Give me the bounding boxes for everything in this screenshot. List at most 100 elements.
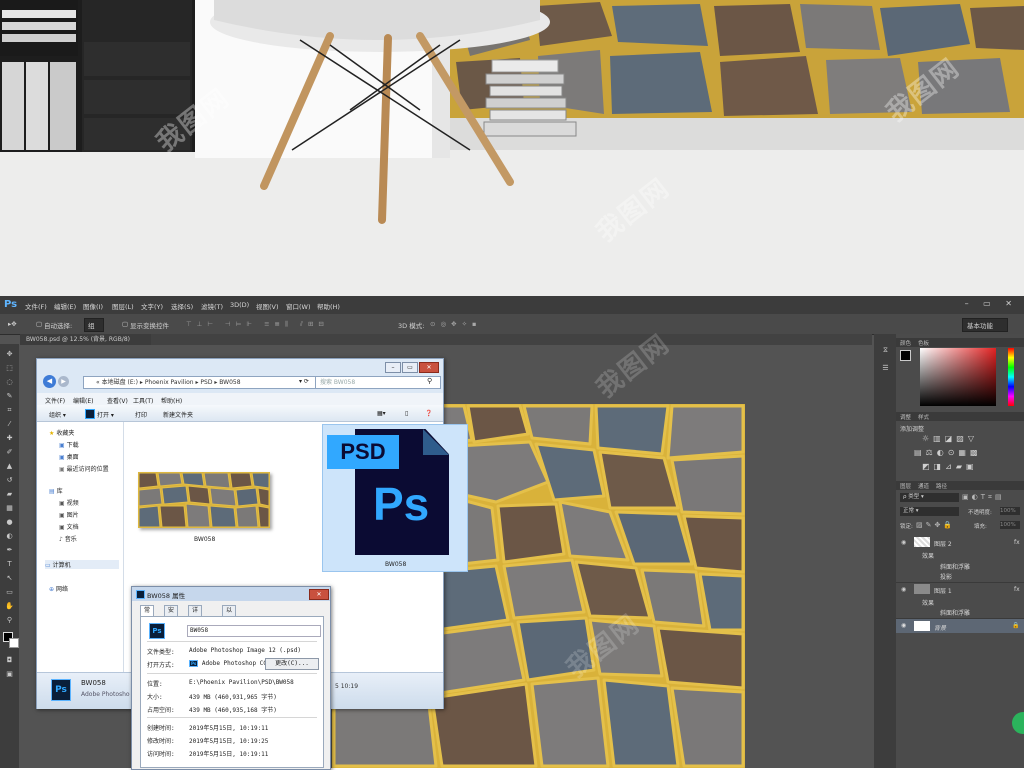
- organize-button[interactable]: 组织 ▾: [49, 410, 66, 419]
- maximize-button[interactable]: ▭: [402, 362, 418, 373]
- search-icon[interactable]: ⚲: [427, 377, 432, 385]
- menu-view[interactable]: 查看(V): [107, 396, 128, 405]
- fx-icon[interactable]: fx: [1014, 539, 1020, 546]
- nav-item-desktop[interactable]: ▣ 桌面: [59, 452, 79, 461]
- stamp-tool-icon[interactable]: ▲: [5, 462, 14, 470]
- shape-tool-icon[interactable]: ▭: [5, 588, 14, 596]
- breadcrumb-folder[interactable]: Phoenix Pavilion: [145, 379, 194, 386]
- menu-type[interactable]: 文字(Y): [141, 301, 163, 311]
- adjustment-icons-row-1[interactable]: ☼▥◪▨▽: [922, 434, 978, 443]
- align-icons[interactable]: ⊤⊥⊢ ⊣⊨⊩ ≡≣⫼ ⫽⊞⊟: [186, 320, 329, 329]
- blur-tool-icon[interactable]: ●: [5, 518, 14, 526]
- nav-item-videos[interactable]: ▣ 视频: [59, 498, 79, 507]
- forward-button[interactable]: ▶: [58, 376, 69, 387]
- pen-tool-icon[interactable]: ✒: [5, 546, 14, 554]
- background-color-swatch[interactable]: [9, 638, 19, 648]
- path-select-tool-icon[interactable]: ↖: [5, 574, 14, 582]
- layer-filter-icons[interactable]: ▣◐T⌗▤: [962, 493, 1005, 502]
- quickmask-icon[interactable]: ◘: [5, 656, 14, 664]
- menu-layer[interactable]: 图层(L): [112, 301, 134, 311]
- lasso-tool-icon[interactable]: ◌: [5, 378, 14, 386]
- auto-select-dropdown[interactable]: 组: [84, 318, 104, 332]
- history-brush-icon[interactable]: ↺: [5, 476, 14, 484]
- tab-paths[interactable]: 路径: [936, 482, 947, 490]
- menu-select[interactable]: 选择(S): [171, 301, 193, 311]
- menu-file[interactable]: 文件(F): [25, 301, 47, 311]
- tab-layers[interactable]: 图层: [900, 482, 911, 490]
- crop-tool-icon[interactable]: ⌗: [5, 406, 14, 414]
- help-icon[interactable]: ❓: [425, 410, 432, 417]
- tab-adjustments[interactable]: 调整: [900, 413, 911, 421]
- nav-item-pictures[interactable]: ▣ 图片: [59, 510, 79, 519]
- type-tool-icon[interactable]: T: [5, 560, 14, 568]
- nav-item-music[interactable]: ♪ 音乐: [59, 534, 77, 543]
- minimize-button[interactable]: –: [385, 362, 401, 373]
- layer-kind-filter[interactable]: ρ 类型 ▾: [900, 493, 959, 502]
- visibility-eye-icon[interactable]: ◉: [901, 586, 906, 593]
- 3d-mode-icons[interactable]: ⊙◎✥✧▪: [430, 320, 481, 328]
- menu-view[interactable]: 视图(V): [256, 301, 279, 311]
- zoom-tool-icon[interactable]: ⚲: [5, 616, 14, 624]
- properties-panel-icon[interactable]: ☰: [881, 364, 890, 372]
- nav-item-recent[interactable]: ▣ 最近访问的位置: [59, 464, 109, 473]
- healing-tool-icon[interactable]: ✚: [5, 434, 14, 442]
- back-button[interactable]: ◀: [43, 375, 56, 388]
- nav-item-downloads[interactable]: ▣ 下载: [59, 440, 79, 449]
- breadcrumb-drive[interactable]: 本地磁盘 (E:): [102, 379, 138, 386]
- hand-tool-icon[interactable]: ✋: [5, 602, 14, 610]
- tab-styles[interactable]: 样式: [918, 413, 929, 421]
- tab-color[interactable]: 颜色: [900, 339, 911, 347]
- gradient-tool-icon[interactable]: ▦: [5, 504, 14, 512]
- close-button[interactable]: ✕: [419, 362, 439, 373]
- menu-window[interactable]: 窗口(W): [286, 301, 311, 311]
- opacity-field[interactable]: 100%: [1000, 507, 1020, 515]
- auto-select-checkbox[interactable]: ▢: [36, 320, 42, 328]
- window-controls[interactable]: – ▭ ✕: [965, 299, 1018, 308]
- network-header[interactable]: ⊕ 网络: [49, 584, 68, 593]
- nav-item-documents[interactable]: ▣ 文档: [59, 522, 79, 531]
- menu-tools[interactable]: 工具(T): [133, 396, 153, 405]
- new-folder-button[interactable]: 新建文件夹: [163, 410, 193, 419]
- fx-icon[interactable]: fx: [1014, 586, 1020, 593]
- brush-tool-icon[interactable]: ✐: [5, 448, 14, 456]
- tab-channels[interactable]: 通道: [918, 482, 929, 490]
- menu-image[interactable]: 图像(I): [83, 301, 103, 311]
- move-tool-icon[interactable]: ✥: [5, 350, 14, 358]
- menu-edit[interactable]: 编辑(E): [73, 396, 93, 405]
- document-tab[interactable]: BW058.psd @ 12.5% (背景, RGB/8): [20, 334, 151, 345]
- preview-pane-icon[interactable]: ▯: [405, 410, 408, 417]
- visibility-eye-icon[interactable]: ◉: [901, 539, 906, 546]
- close-button[interactable]: ✕: [309, 589, 329, 600]
- tab-swatches[interactable]: 色板: [918, 339, 929, 347]
- breadcrumb-folder[interactable]: PSD: [200, 379, 212, 386]
- menu-help[interactable]: 帮助(H): [317, 301, 340, 311]
- adjustment-icons-row-2[interactable]: ▤⚖◐⊙▦▩: [914, 448, 982, 457]
- blend-mode-dropdown[interactable]: 正常 ▾: [900, 507, 959, 516]
- favorites-header[interactable]: ★ 收藏夹: [49, 428, 74, 437]
- screen-mode-icon[interactable]: ▣: [5, 670, 14, 678]
- lock-icons[interactable]: ▨✎✥🔒: [916, 521, 955, 529]
- path-breadcrumb[interactable]: « 本地磁盘 (E:) ▸ Phoenix Pavilion ▸ PSD ▸ B…: [83, 376, 317, 389]
- filename-input[interactable]: BW058: [187, 625, 321, 637]
- dodge-tool-icon[interactable]: ◐: [5, 532, 14, 540]
- breadcrumb-folder[interactable]: BW058: [219, 379, 240, 386]
- fill-field[interactable]: 100%: [1000, 521, 1020, 529]
- menu-edit[interactable]: 编辑(E): [54, 301, 76, 311]
- file-item-jpg[interactable]: BW058: [138, 472, 270, 548]
- eraser-tool-icon[interactable]: ▰: [5, 490, 14, 498]
- layer-item[interactable]: ◉ 图层 2 fx 效果 斜面和浮雕 投影: [896, 536, 1024, 581]
- transform-checkbox[interactable]: ▢: [122, 320, 128, 328]
- layer-item[interactable]: ◉ 图层 1 fx 效果 斜面和浮雕: [896, 582, 1024, 617]
- open-button[interactable]: 打开 ▾: [97, 410, 114, 419]
- print-button[interactable]: 打印: [135, 410, 147, 419]
- layer-item-selected[interactable]: ◉ 背景 🔒: [896, 618, 1024, 633]
- visibility-eye-icon[interactable]: ◉: [901, 622, 906, 629]
- menu-filter[interactable]: 滤镜(T): [201, 301, 223, 311]
- file-item-psd-selected[interactable]: PSD Ps BW058: [322, 424, 468, 572]
- quick-select-tool-icon[interactable]: ✎: [5, 392, 14, 400]
- history-panel-icon[interactable]: ⧖: [881, 346, 890, 354]
- adjustment-icons-row-3[interactable]: ◩◨⊿▰▣: [922, 462, 978, 471]
- workspace-dropdown[interactable]: 基本功能: [962, 318, 1008, 332]
- menu-3d[interactable]: 3D(D): [230, 301, 249, 309]
- view-options-icon[interactable]: ▦▾: [377, 410, 386, 417]
